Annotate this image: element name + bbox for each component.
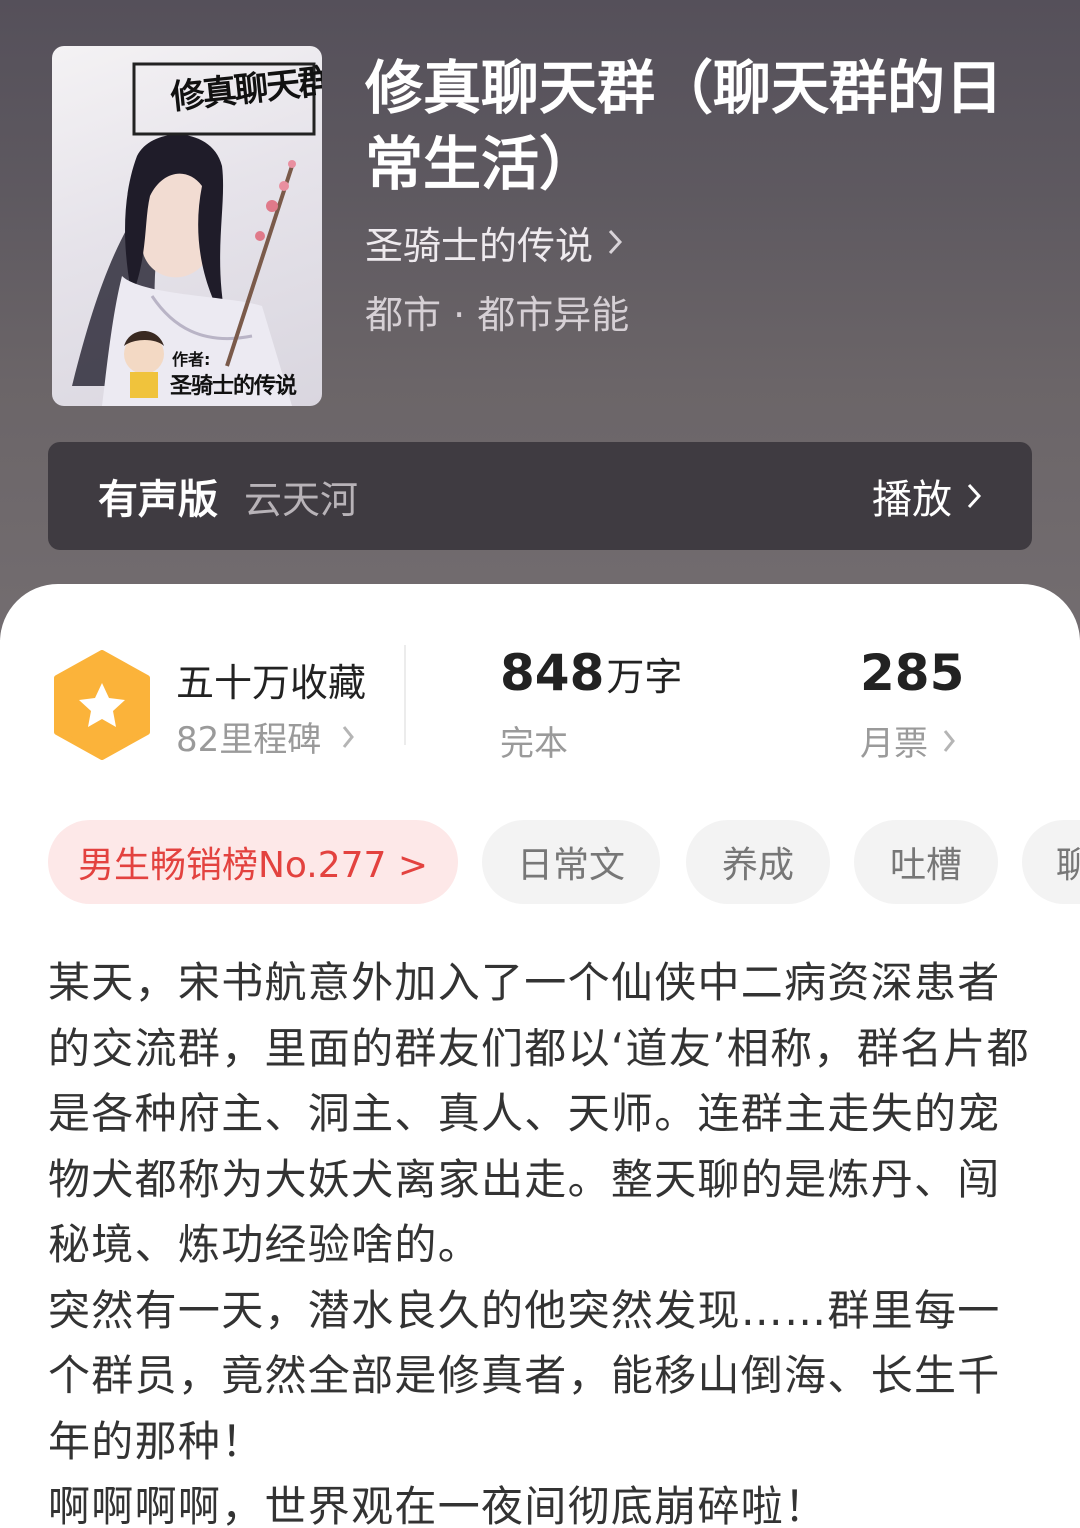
chevron-right-icon <box>943 729 955 752</box>
chevron-right-icon <box>343 725 355 748</box>
word-count-value: 848 <box>500 644 605 702</box>
author-link[interactable]: 圣骑士的传说 <box>365 216 623 268</box>
genre-label[interactable]: 都市 · 都市异能 <box>365 284 629 339</box>
play-label: 播放 <box>872 477 952 523</box>
milestone-label: 82里程碑 <box>176 720 322 760</box>
stats-divider <box>404 645 406 745</box>
play-button[interactable]: 播放 <box>872 467 982 525</box>
monthly-votes-label: 月票 <box>860 724 928 764</box>
audiobook-label: 有声版 <box>98 477 218 523</box>
tag-item[interactable]: 聊 <box>1022 820 1080 904</box>
synopsis-paragraph: 突然有一天，潜水良久的他突然发现……群里每一个群员，竟然全部是修真者，能移山倒海… <box>48 1285 1001 1466</box>
audiobook-bar[interactable]: 有声版 云天河 播放 <box>48 442 1032 550</box>
book-cover[interactable]: 修真聊天群 作者: 圣骑士的传说 <box>52 46 322 406</box>
book-synopsis[interactable]: 某天，宋书航意外加入了一个仙侠中二病资深患者的交流群，里面的群友们都以‘道友’相… <box>48 950 1038 1528</box>
book-title: 修真聊天群（聊天群的日常生活） <box>365 54 1004 198</box>
collection-count: 五十万收藏 <box>176 661 367 705</box>
cover-author-name: 圣骑士的传说 <box>170 374 297 399</box>
monthly-votes-link[interactable]: 月票 <box>860 716 956 765</box>
audiobook-narrator: 云天河 <box>244 477 359 522</box>
star-badge-icon <box>54 650 150 760</box>
tag-list: 男生畅销榜No.277 > 日常文 养成 吐槽 聊 <box>48 820 1080 904</box>
tag-item[interactable]: 吐槽 <box>854 820 998 904</box>
tag-item[interactable]: 日常文 <box>482 820 660 904</box>
author-name: 圣骑士的传说 <box>365 223 594 268</box>
word-count-unit: 万字 <box>606 655 683 699</box>
tag-item[interactable]: 养成 <box>686 820 830 904</box>
cover-author-label: 作者: <box>172 350 211 369</box>
chevron-right-icon <box>967 483 982 509</box>
milestone-link[interactable]: 82里程碑 <box>176 712 355 761</box>
completion-status: 完本 <box>500 724 568 764</box>
tag-ranking[interactable]: 男生畅销榜No.277 > <box>48 820 458 904</box>
monthly-votes-value: 285 <box>860 644 965 702</box>
chevron-right-icon <box>608 229 623 255</box>
word-count: 848 万字 <box>500 644 682 702</box>
synopsis-paragraph: 啊啊啊啊，世界观在一夜间彻底崩碎啦！ <box>48 1482 828 1528</box>
synopsis-paragraph: 某天，宋书航意外加入了一个仙侠中二病资深患者的交流群，里面的群友们都以‘道友’相… <box>48 958 1030 1269</box>
